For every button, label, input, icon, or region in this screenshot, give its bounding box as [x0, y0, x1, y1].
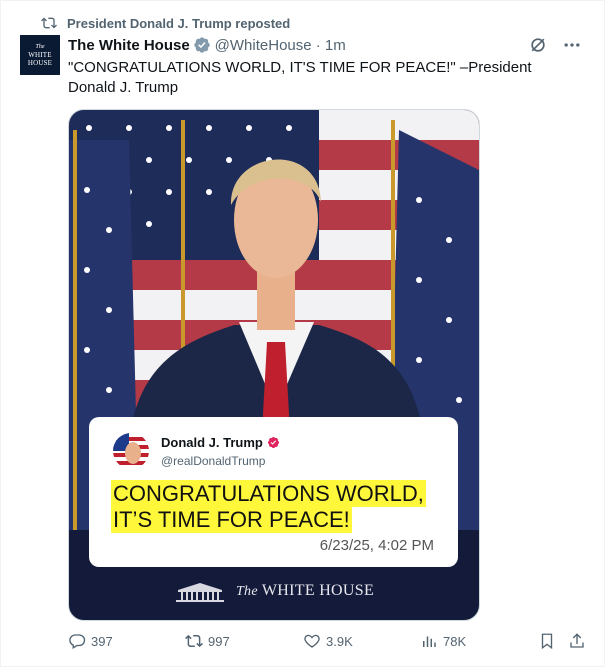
like-count: 3.9K: [326, 633, 353, 649]
verified-icon: [267, 436, 279, 449]
views-icon: [423, 636, 436, 647]
avatar[interactable]: The WHITE HOUSE: [20, 35, 60, 75]
repost-count: 997: [208, 633, 230, 649]
repost-indicator: President Donald J. Trump reposted: [41, 14, 290, 32]
verified-icon[interactable]: [193, 36, 211, 54]
avatar-text-line1: The: [35, 44, 45, 50]
reply-button[interactable]: 397: [68, 632, 113, 650]
quote-avatar: [113, 433, 149, 469]
repost-icon: [185, 634, 203, 648]
action-bar: 397 997 3.9K 78K: [68, 632, 588, 654]
more-icon[interactable]: [562, 35, 582, 55]
like-button[interactable]: 3.9K: [303, 632, 353, 650]
quote-author-name: Donald J. Trump: [161, 435, 263, 450]
tweet-header: The White House @WhiteHouse · 1m: [68, 34, 346, 56]
avatar-text-line2: WHITE: [28, 51, 52, 59]
brand-text: The WHITE HOUSE: [236, 582, 374, 600]
repost-text[interactable]: President Donald J. Trump reposted: [67, 16, 290, 31]
quote-card[interactable]: Donald J. Trump @realDonaldTrump CONGRAT…: [89, 417, 458, 567]
bookmark-button[interactable]: [538, 632, 556, 650]
reply-count: 397: [91, 633, 113, 649]
quote-handle: @realDonaldTrump: [161, 454, 266, 468]
author-handle-time[interactable]: @WhiteHouse · 1m: [215, 37, 346, 54]
brand-name: WHITE HOUSE: [261, 582, 375, 599]
tweet-text: "CONGRATULATIONS WORLD, IT'S TIME FOR PE…: [68, 59, 532, 96]
repost-icon: [41, 17, 57, 29]
quote-message-line1: CONGRATULATIONS WORLD,: [111, 480, 426, 507]
header-tools: [528, 35, 582, 55]
media-image[interactable]: Donald J. Trump @realDonaldTrump CONGRAT…: [68, 109, 480, 621]
views-count: 78K: [443, 633, 467, 649]
share-icon: [570, 633, 584, 648]
author-name[interactable]: The White House: [68, 37, 190, 54]
reply-icon: [69, 634, 86, 649]
quote-message: CONGRATULATIONS WORLD, IT’S TIME FOR PEA…: [111, 480, 426, 533]
quote-author: Donald J. Trump: [161, 435, 280, 450]
repost-button[interactable]: 997: [185, 632, 230, 650]
white-house-brand: The WHITE HOUSE: [69, 580, 479, 602]
share-button[interactable]: [568, 632, 586, 650]
tweet-container[interactable]: President Donald J. Trump reposted The W…: [0, 0, 605, 667]
views-button[interactable]: 78K: [420, 632, 466, 650]
avatar-text-line3: HOUSE: [27, 59, 53, 67]
grok-icon[interactable]: [528, 35, 548, 55]
white-house-logo-icon: [175, 583, 224, 602]
quote-message-line2: IT’S TIME FOR PEACE!: [111, 506, 352, 533]
bookmark-icon: [541, 633, 553, 650]
quote-timestamp: 6/23/25, 4:02 PM: [319, 537, 434, 554]
like-icon: [304, 634, 320, 648]
brand-prefix: The: [235, 584, 258, 599]
